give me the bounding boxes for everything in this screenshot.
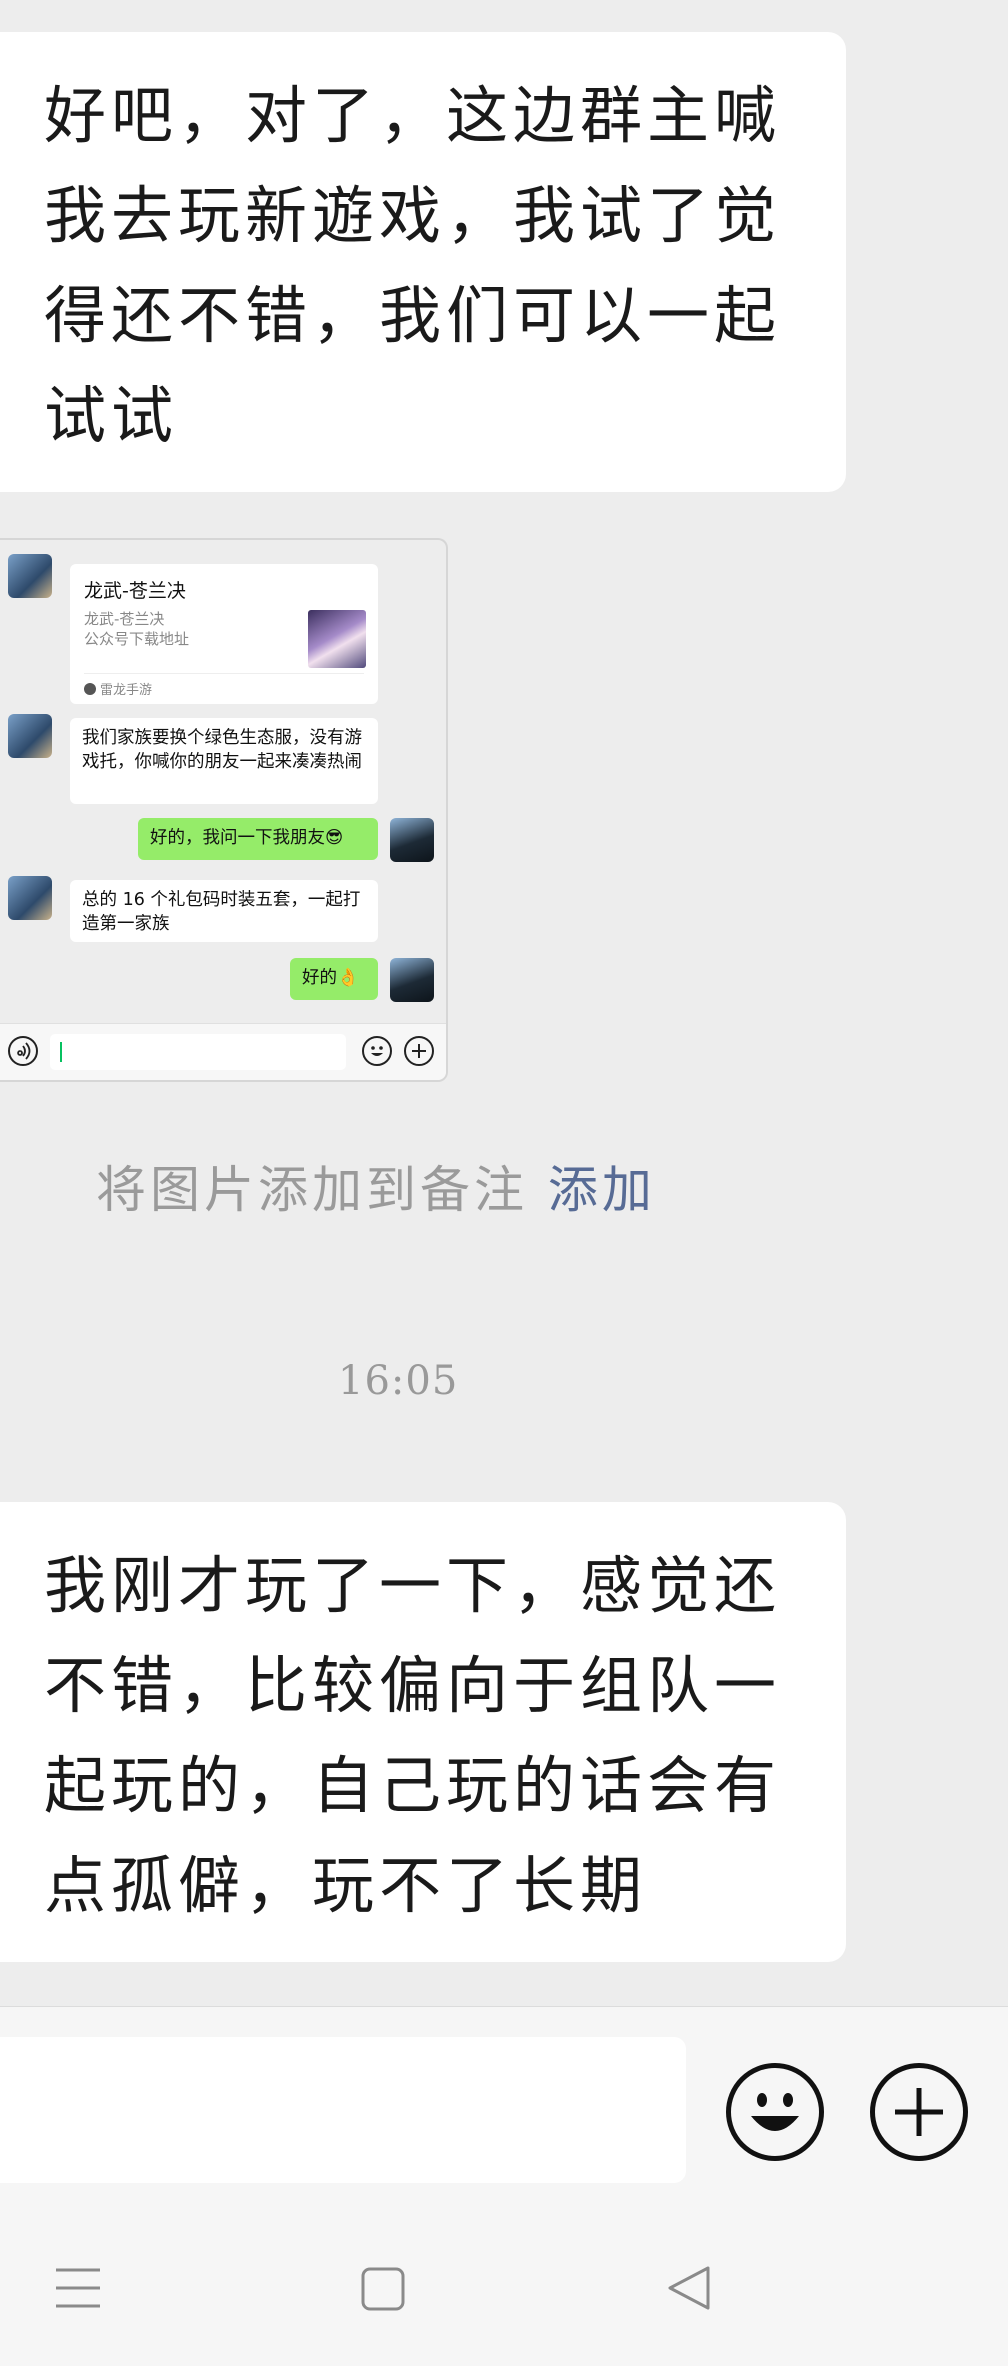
menu-icon[interactable] [54,2264,102,2312]
more-button[interactable] [870,2063,968,2161]
plus-icon [895,2088,943,2136]
chat-message: 总的 16 个礼包码时装五套，一起打造第一家族 [70,880,378,942]
card-thumbnail [308,610,366,668]
chat-message: 好的，我问一下我朋友😎 [138,818,378,860]
mini-input-bar [0,1023,446,1080]
friend-avatar [8,554,52,598]
add-note-text: 将图片添加到备注 [96,1161,528,1219]
my-avatar [390,958,434,1002]
card-source: 雷龙手游 [100,683,153,698]
card-title: 龙武-苍兰决 [84,580,186,602]
source-icon [84,683,96,695]
message-text: 好吧，对了，这边群主喊我去玩新遊戏，我试了觉得还不错，我们可以一起试试 [44,79,782,452]
back-icon[interactable] [666,2264,712,2312]
link-card: 龙武-苍兰决 龙武-苍兰决 公众号下载地址 雷龙手游 [70,564,378,704]
add-note-link[interactable]: 添加 [548,1161,656,1219]
emoji-icon [362,1036,392,1066]
system-nav-bar [0,2216,1008,2366]
emoji-icon [751,2093,799,2131]
chat-message: 我们家族要换个绿色生态服，没有游戏托，你喊你的朋友一起来凑凑热闹 [70,718,378,804]
compose-bar [0,2006,1008,2217]
message-bubble[interactable]: 好吧，对了，这边群主喊我去玩新遊戏，我试了觉得还不错，我们可以一起试试 [0,32,846,492]
add-note-hint: 将图片添加到备注 添加 [96,1150,656,1222]
home-icon[interactable] [360,2266,406,2312]
message-bubble[interactable]: 我刚才玩了一下，感觉还不错，比较偏向于组队一起玩的，自己玩的话会有点孤僻，玩不了… [0,1502,846,1962]
mini-text-field [50,1034,346,1070]
friend-avatar [8,714,52,758]
shared-screenshot[interactable]: 龙武-苍兰决 龙武-苍兰决 公众号下载地址 雷龙手游 我们家族要换个绿色生态服，… [0,538,448,1082]
plus-icon [404,1036,434,1066]
voice-icon [8,1036,38,1066]
my-avatar [390,818,434,862]
message-text: 我刚才玩了一下，感觉还不错，比较偏向于组队一起玩的，自己玩的话会有点孤僻，玩不了… [44,1549,782,1922]
friend-avatar [8,876,52,920]
message-input[interactable] [0,2037,686,2183]
timestamp: 16:05 [338,1358,459,1404]
chat-message: 好的👌 [290,958,378,1000]
emoji-button[interactable] [726,2063,824,2161]
